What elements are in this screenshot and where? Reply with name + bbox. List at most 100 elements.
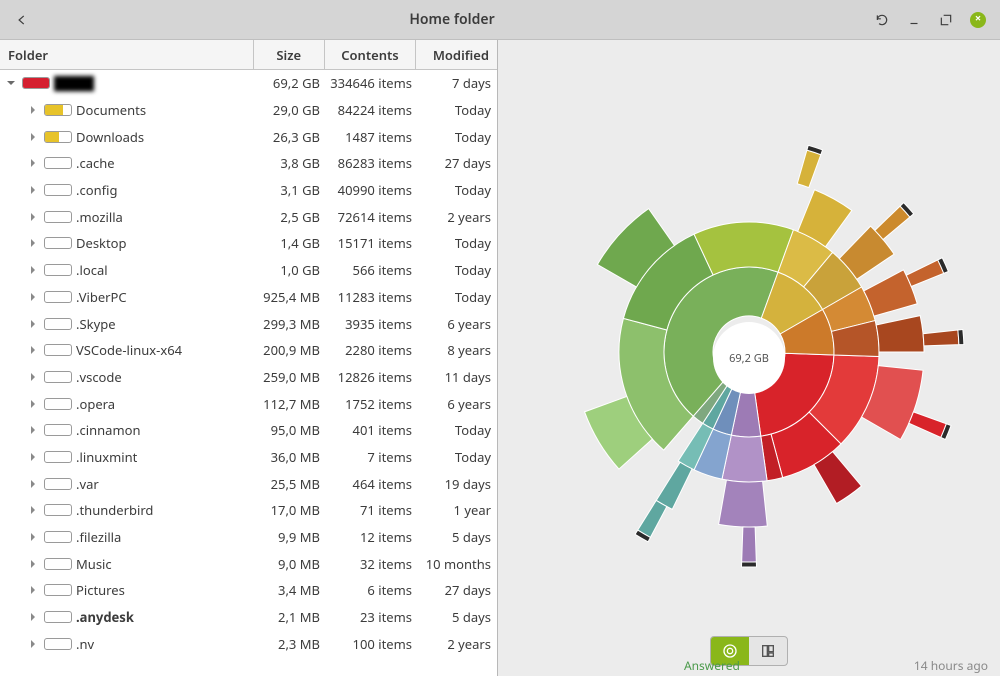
back-button[interactable] — [8, 6, 36, 34]
size-bar — [44, 478, 72, 490]
column-headers: Folder Size Contents Modified — [0, 40, 497, 70]
size-cell: 2,1 MB — [255, 608, 326, 626]
size-bar — [44, 398, 72, 410]
col-modified[interactable]: Modified — [416, 40, 497, 69]
expander-icon[interactable] — [4, 76, 18, 90]
modified-cell: Today — [418, 288, 495, 306]
expander-icon[interactable] — [26, 503, 40, 517]
table-row[interactable]: .local1,0 GB566 itemsToday — [0, 257, 497, 284]
expander-icon[interactable] — [26, 130, 40, 144]
table-row[interactable]: .Skype299,3 MB3935 items6 years — [0, 310, 497, 337]
size-bar — [44, 451, 72, 463]
expander-icon[interactable] — [26, 450, 40, 464]
contents-cell: 12826 items — [326, 368, 418, 386]
expander-icon[interactable] — [26, 290, 40, 304]
table-row[interactable]: .ViberPC925,4 MB11283 itemsToday — [0, 284, 497, 311]
table-row[interactable]: Music9,0 MB32 items10 months — [0, 550, 497, 577]
expander-icon[interactable] — [26, 156, 40, 170]
expander-icon[interactable] — [26, 236, 40, 250]
size-bar — [44, 504, 72, 516]
size-cell: 9,0 MB — [255, 555, 326, 573]
expander-icon[interactable] — [26, 210, 40, 224]
expander-icon[interactable] — [26, 423, 40, 437]
expander-icon[interactable] — [26, 103, 40, 117]
expander-icon[interactable] — [26, 583, 40, 597]
table-row[interactable]: VSCode-linux-x64200,9 MB2280 items8 year… — [0, 337, 497, 364]
table-row[interactable]: .var25,5 MB464 items19 days — [0, 470, 497, 497]
maximize-button[interactable] — [932, 6, 960, 34]
refresh-button[interactable] — [868, 6, 896, 34]
contents-cell: 334646 items — [326, 74, 418, 92]
expander-icon[interactable] — [26, 557, 40, 571]
size-cell: 3,8 GB — [255, 154, 326, 172]
size-bar — [44, 211, 72, 223]
expander-icon[interactable] — [26, 317, 40, 331]
contents-cell: 32 items — [326, 555, 418, 573]
table-row[interactable]: .config3,1 GB40990 itemsToday — [0, 177, 497, 204]
size-bar — [44, 371, 72, 383]
modified-cell: 27 days — [418, 581, 495, 599]
expander-icon[interactable] — [26, 183, 40, 197]
chart-panel: 69,2 GB Answered 14 hours ago — [498, 40, 1000, 676]
size-bar — [44, 157, 72, 169]
rows-container: ████69,2 GB334646 items7 daysDocuments29… — [0, 70, 497, 676]
expander-icon[interactable] — [26, 477, 40, 491]
table-row[interactable]: .cinnamon95,0 MB401 itemsToday — [0, 417, 497, 444]
col-contents[interactable]: Contents — [325, 40, 417, 69]
table-row[interactable]: Documents29,0 GB84224 itemsToday — [0, 97, 497, 124]
expander-icon[interactable] — [26, 530, 40, 544]
contents-cell: 1487 items — [326, 128, 418, 146]
size-cell: 1,4 GB — [255, 234, 326, 252]
modified-cell: 6 years — [418, 315, 495, 333]
contents-cell: 3935 items — [326, 315, 418, 333]
folder-name: Desktop — [76, 234, 127, 252]
size-bar — [44, 318, 72, 330]
table-row[interactable]: .filezilla9,9 MB12 items5 days — [0, 524, 497, 551]
table-row[interactable]: Desktop1,4 GB15171 itemsToday — [0, 230, 497, 257]
chart-center-label: 69,2 GB — [713, 322, 785, 394]
table-row[interactable]: .linuxmint36,0 MB7 itemsToday — [0, 444, 497, 471]
modified-cell: Today — [418, 234, 495, 252]
treemap-view-button[interactable] — [749, 637, 787, 665]
size-cell: 95,0 MB — [255, 421, 326, 439]
close-button[interactable]: × — [964, 6, 992, 34]
minimize-button[interactable] — [900, 6, 928, 34]
table-row[interactable]: .nv2,3 MB100 items2 years — [0, 630, 497, 657]
size-bar — [44, 291, 72, 303]
contents-cell: 1752 items — [326, 395, 418, 413]
table-row[interactable]: Downloads26,3 GB1487 itemsToday — [0, 123, 497, 150]
col-folder[interactable]: Folder — [0, 40, 254, 69]
contents-cell: 464 items — [326, 475, 418, 493]
expander-icon[interactable] — [26, 397, 40, 411]
contents-cell: 401 items — [326, 421, 418, 439]
col-size[interactable]: Size — [254, 40, 325, 69]
size-bar — [44, 558, 72, 570]
table-row[interactable]: .cache3,8 GB86283 items27 days — [0, 150, 497, 177]
table-row[interactable]: .opera112,7 MB1752 items6 years — [0, 390, 497, 417]
modified-cell: 19 days — [418, 475, 495, 493]
table-row[interactable]: .vscode259,0 MB12826 items11 days — [0, 364, 497, 391]
folder-name: .cache — [76, 154, 115, 172]
modified-cell: Today — [418, 261, 495, 279]
folder-name: .Skype — [76, 315, 116, 333]
table-row[interactable]: .anydesk2,1 MB23 items5 days — [0, 604, 497, 631]
expander-icon[interactable] — [26, 637, 40, 651]
expander-icon[interactable] — [26, 263, 40, 277]
size-bar — [44, 531, 72, 543]
table-row[interactable]: Pictures3,4 MB6 items27 days — [0, 577, 497, 604]
size-bar — [44, 104, 72, 116]
expander-icon[interactable] — [26, 610, 40, 624]
modified-cell: 1 year — [418, 501, 495, 519]
size-cell: 29,0 GB — [255, 101, 326, 119]
size-cell: 25,5 MB — [255, 475, 326, 493]
table-row[interactable]: .mozilla2,5 GB72614 items2 years — [0, 203, 497, 230]
expander-icon[interactable] — [26, 370, 40, 384]
rings-view-button[interactable] — [711, 637, 749, 665]
size-cell: 3,4 MB — [255, 581, 326, 599]
contents-cell: 40990 items — [326, 181, 418, 199]
expander-icon[interactable] — [26, 343, 40, 357]
folder-name: Music — [76, 555, 112, 573]
size-bar — [22, 77, 50, 89]
table-row[interactable]: .thunderbird17,0 MB71 items1 year — [0, 497, 497, 524]
table-row-root[interactable]: ████69,2 GB334646 items7 days — [0, 70, 497, 97]
